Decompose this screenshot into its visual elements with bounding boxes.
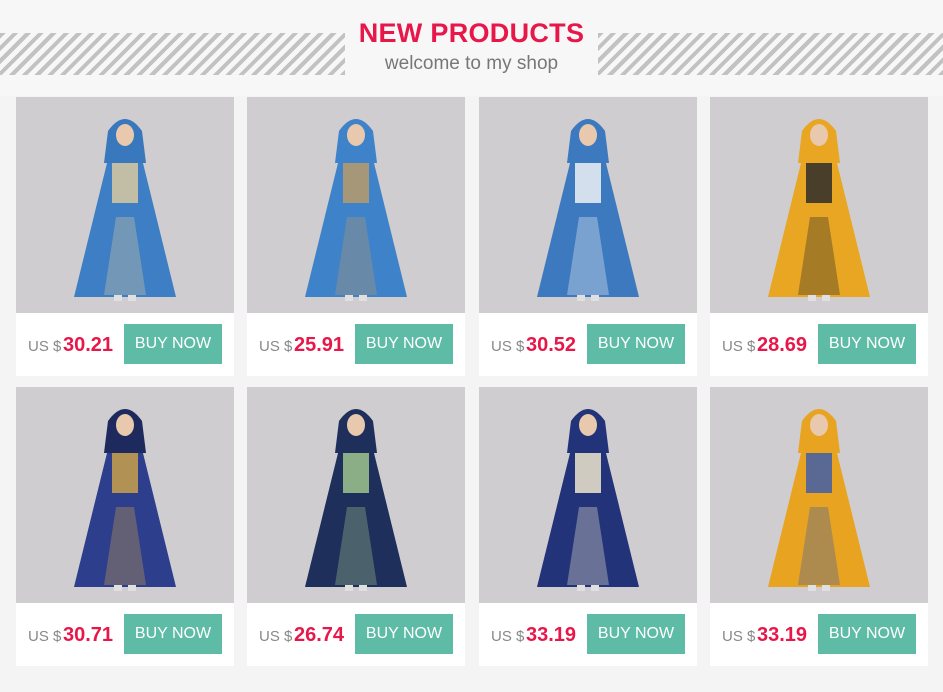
price-row: US $28.69 BUY NOW [710,313,928,376]
product-card[interactable]: US $33.19 BUY NOW [710,387,928,666]
product-price: 28.69 [757,334,808,356]
product-price: 33.19 [526,624,577,646]
buy-now-button[interactable]: BUY NOW [818,614,916,654]
product-image[interactable] [710,387,928,603]
currency-label: US $ [491,628,525,645]
price-row: US $26.74 BUY NOW [247,603,465,666]
currency-label: US $ [259,338,293,355]
section-title: NEW PRODUCTS [358,18,585,48]
buy-now-button[interactable]: BUY NOW [355,614,453,654]
decorative-stripe-left [0,33,345,75]
yellow-black-abaya-icon [768,119,870,301]
blue-abaya-icon [305,119,407,301]
currency-label: US $ [722,628,756,645]
product-card[interactable]: US $30.21 BUY NOW [16,97,234,376]
product-price: 30.71 [63,624,114,646]
product-image[interactable] [710,97,928,313]
price-row: US $33.19 BUY NOW [479,603,697,666]
product-card[interactable]: US $25.91 BUY NOW [247,97,465,376]
buy-now-button[interactable]: BUY NOW [124,614,222,654]
yellow-blue-abaya-icon [768,409,870,591]
buy-now-button[interactable]: BUY NOW [587,614,685,654]
buy-now-button[interactable]: BUY NOW [124,324,222,364]
product-card[interactable]: US $30.52 BUY NOW [479,97,697,376]
currency-label: US $ [491,338,525,355]
product-image[interactable] [247,97,465,313]
blue-embroidered-abaya-icon [74,119,176,301]
section-subtitle: welcome to my shop [384,53,559,74]
navy-cream-abaya-icon [537,409,639,591]
price-row: US $30.21 BUY NOW [16,313,234,376]
product-image[interactable] [16,387,234,603]
product-card[interactable]: US $30.71 BUY NOW [16,387,234,666]
currency-label: US $ [28,338,62,355]
product-price: 25.91 [294,334,345,356]
product-price: 26.74 [294,624,345,646]
price-row: US $33.19 BUY NOW [710,603,928,666]
product-price: 30.21 [63,334,114,356]
product-image[interactable] [479,97,697,313]
decorative-stripe-right [598,33,943,75]
product-price: 30.52 [526,334,577,356]
price-row: US $25.91 BUY NOW [247,313,465,376]
currency-label: US $ [722,338,756,355]
product-image[interactable] [16,97,234,313]
buy-now-button[interactable]: BUY NOW [587,324,685,364]
price-row: US $30.52 BUY NOW [479,313,697,376]
product-image[interactable] [479,387,697,603]
product-card[interactable]: US $33.19 BUY NOW [479,387,697,666]
blue-white-abaya-icon [537,119,639,301]
navy-floral-abaya-icon [305,409,407,591]
product-image[interactable] [247,387,465,603]
product-card[interactable]: US $28.69 BUY NOW [710,97,928,376]
currency-label: US $ [28,628,62,645]
price-row: US $30.71 BUY NOW [16,603,234,666]
product-price: 33.19 [757,624,808,646]
product-card[interactable]: US $26.74 BUY NOW [247,387,465,666]
navy-embroidered-abaya-icon [74,409,176,591]
currency-label: US $ [259,628,293,645]
section-header: NEW PRODUCTS welcome to my shop [0,0,943,96]
buy-now-button[interactable]: BUY NOW [818,324,916,364]
buy-now-button[interactable]: BUY NOW [355,324,453,364]
